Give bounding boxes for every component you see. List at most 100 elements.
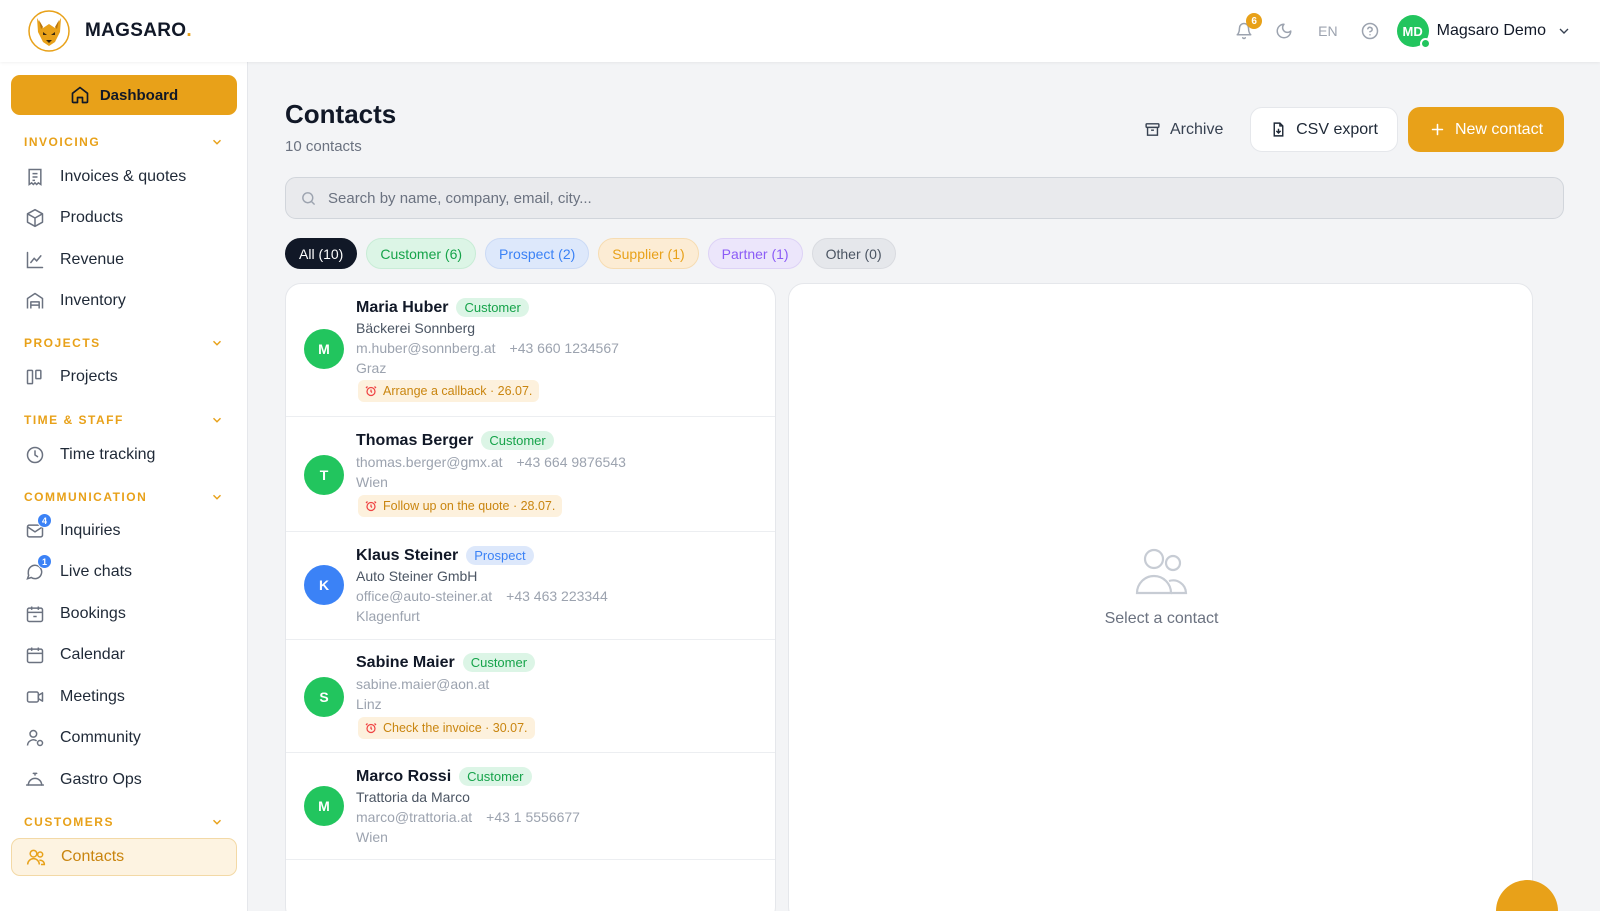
user-avatar: MD xyxy=(1396,15,1431,49)
help-circle-icon xyxy=(1361,22,1378,40)
dark-mode-toggle[interactable] xyxy=(1274,21,1294,41)
user-menu[interactable]: MD Magsaro Demo xyxy=(1396,15,1572,49)
contact-company: Auto Steiner GmbH xyxy=(356,568,478,584)
contact-email: sabine.maier@aon.at xyxy=(356,676,490,692)
sidebar-item-label: Meetings xyxy=(60,688,125,705)
sidebar-item-label: Products xyxy=(60,209,124,226)
sidebar-item-label: Time tracking xyxy=(60,446,156,463)
sidebar-item-products[interactable]: Products xyxy=(24,203,229,233)
sidebar-item-inventory[interactable]: Inventory xyxy=(24,286,229,316)
home-icon xyxy=(71,86,89,104)
notifications-button[interactable]: 6 xyxy=(1234,13,1263,41)
contact-row[interactable]: M Marco Rossi Customer Trattoria da Marco… xyxy=(286,753,775,860)
search-icon xyxy=(302,191,315,205)
contact-row[interactable]: K Klaus Steiner Prospect Auto Steiner Gmb… xyxy=(286,532,775,640)
file-download-icon xyxy=(1273,122,1284,137)
contact-name: Sabine Maier Customer xyxy=(356,653,536,672)
brand-logo[interactable]: MAGSARO. xyxy=(28,10,192,52)
contact-avatar: M xyxy=(304,786,344,826)
online-status-dot xyxy=(1419,38,1431,49)
sidebar-item-time-tracking[interactable]: Time tracking xyxy=(24,440,229,470)
csv-export-label: CSV export xyxy=(1296,120,1378,138)
filter-chips: All (10) Customer (6) Prospect (2) Suppl… xyxy=(285,238,905,269)
contact-type-badge: Customer xyxy=(456,298,529,317)
contact-avatar: M xyxy=(304,329,344,369)
sidebar-item-label: Gastro Ops xyxy=(60,771,142,788)
archive-button[interactable]: Archive xyxy=(1144,107,1223,152)
contact-row[interactable]: T Thomas Berger Customer thomas.berger@gm… xyxy=(286,417,775,532)
contact-avatar: T xyxy=(304,455,344,495)
filter-prospect[interactable]: Prospect (2) xyxy=(485,238,590,269)
section-label: PROJECTS xyxy=(24,336,101,350)
section-projects[interactable]: PROJECTS xyxy=(24,336,224,350)
reminder-text: Arrange a callback · 26.07. xyxy=(383,384,533,398)
contact-name: Maria Huber Customer xyxy=(356,298,529,317)
section-communication[interactable]: COMMUNICATION xyxy=(24,490,224,504)
sidebar-item-projects[interactable]: Projects xyxy=(24,362,229,392)
chevron-down-icon xyxy=(212,819,222,825)
contact-details: marco@trattoria.at +43 1 5556677 xyxy=(356,809,580,825)
chevron-down-icon xyxy=(212,139,222,145)
section-time-staff[interactable]: TIME & STAFF xyxy=(24,413,224,427)
contact-type-badge: Customer xyxy=(462,653,536,672)
contact-city: Klagenfurt xyxy=(356,608,420,624)
chevron-down-icon xyxy=(212,417,222,423)
sidebar-item-label: Invoices & quotes xyxy=(60,168,187,185)
contact-detail-panel: Select a contact xyxy=(788,283,1533,911)
filter-supplier[interactable]: Supplier (1) xyxy=(598,238,699,269)
sidebar-item-label: Projects xyxy=(60,368,118,385)
section-invoicing[interactable]: INVOICING xyxy=(24,135,224,149)
filter-other[interactable]: Other (0) xyxy=(811,238,896,269)
video-camera-icon xyxy=(24,686,46,708)
users-icon xyxy=(25,846,47,868)
contact-phone: +43 1 5556677 xyxy=(486,809,580,825)
sidebar-item-label: Inquiries xyxy=(60,522,121,539)
clock-icon xyxy=(24,444,46,466)
brand-name: MAGSARO. xyxy=(85,20,192,41)
csv-export-button[interactable]: CSV export xyxy=(1250,107,1398,152)
sidebar-item-inquiries[interactable]: 4 Inquiries xyxy=(24,513,229,546)
calendar-check-icon xyxy=(24,603,46,625)
contact-row[interactable]: M Maria Huber Customer Bäckerei Sonnberg … xyxy=(286,284,775,417)
contact-type-badge: Prospect xyxy=(466,546,534,565)
sidebar-item-calendar[interactable]: Calendar xyxy=(24,640,229,670)
sidebar-item-bookings[interactable]: Bookings xyxy=(24,599,229,629)
sidebar-item-label: Community xyxy=(60,729,141,746)
sidebar-item-label: Calendar xyxy=(60,646,125,663)
new-contact-button[interactable]: New contact xyxy=(1408,107,1564,152)
section-customers[interactable]: CUSTOMERS xyxy=(24,815,224,829)
sidebar-item-live-chats[interactable]: 1 Live chats xyxy=(24,554,229,587)
sidebar-item-meetings[interactable]: Meetings xyxy=(24,682,229,712)
filter-all[interactable]: All (10) xyxy=(285,238,358,269)
sidebar-item-contacts[interactable]: Contacts xyxy=(11,838,237,876)
contact-row[interactable]: S Sabine Maier Customer sabine.maier@aon.… xyxy=(286,640,775,753)
section-label: TIME & STAFF xyxy=(24,413,124,427)
language-switch[interactable]: EN xyxy=(1318,23,1337,39)
contact-phone: +43 660 1234567 xyxy=(509,340,619,356)
search-input[interactable] xyxy=(328,189,1528,207)
help-button[interactable] xyxy=(1360,21,1380,41)
new-contact-label: New contact xyxy=(1454,120,1544,138)
dashboard-label: Dashboard xyxy=(99,86,179,104)
community-icon xyxy=(24,727,46,749)
dashboard-button[interactable]: Dashboard xyxy=(11,75,237,115)
top-bar: MAGSARO. 6 EN MD Magsaro Demo xyxy=(0,0,1600,62)
inquiries-badge: 4 xyxy=(37,513,52,528)
contact-details: office@auto-steiner.at +43 463 223344 xyxy=(356,588,608,604)
sidebar-item-invoices[interactable]: Invoices & quotes xyxy=(24,162,229,192)
notification-badge: 6 xyxy=(1246,13,1263,29)
sidebar-item-gastro-ops[interactable]: Gastro Ops xyxy=(24,765,229,795)
contact-company: Bäckerei Sonnberg xyxy=(356,320,476,336)
fox-logo-icon xyxy=(28,10,70,52)
kanban-icon xyxy=(24,366,46,388)
calendar-icon xyxy=(24,644,46,666)
box-icon xyxy=(24,207,46,229)
filter-partner[interactable]: Partner (1) xyxy=(707,238,803,269)
section-label: COMMUNICATION xyxy=(24,490,148,504)
sidebar-item-community[interactable]: Community xyxy=(24,723,229,753)
archive-icon xyxy=(1145,123,1160,136)
sidebar-item-revenue[interactable]: Revenue xyxy=(24,245,229,275)
filter-customer[interactable]: Customer (6) xyxy=(366,238,477,269)
contact-type-badge: Customer xyxy=(481,431,554,450)
contact-avatar: K xyxy=(304,565,344,605)
